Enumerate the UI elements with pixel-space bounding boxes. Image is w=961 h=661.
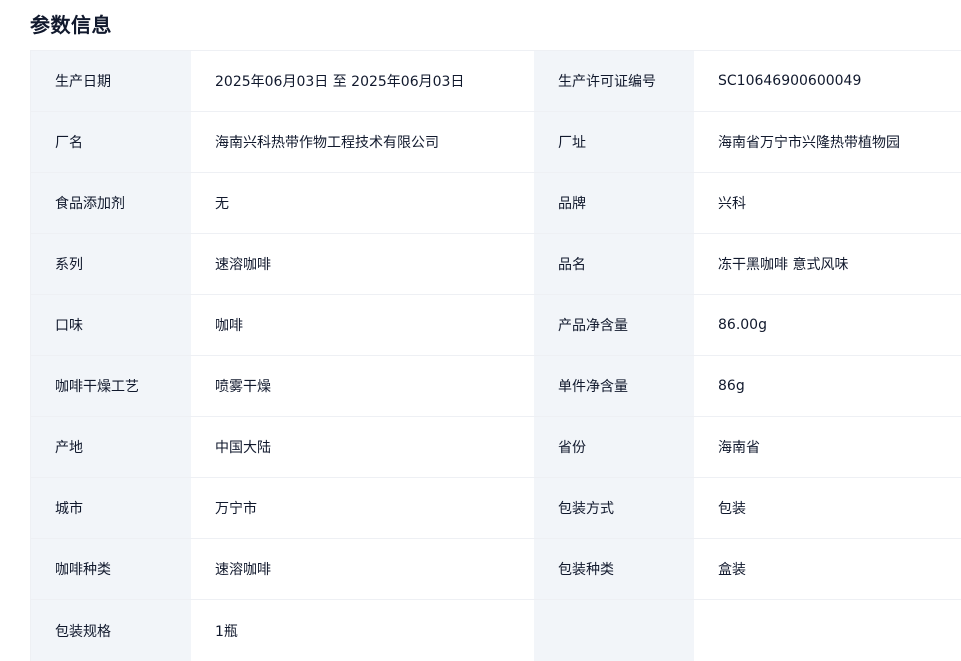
param-value: 喷雾干燥	[191, 356, 534, 416]
param-value: 包装	[694, 478, 961, 538]
param-label: 产品净含量	[534, 295, 694, 355]
param-value: 盒装	[694, 539, 961, 599]
param-label: 系列	[31, 234, 191, 294]
param-label: 包装规格	[31, 600, 191, 661]
param-table: 生产日期 2025年06月03日 至 2025年06月03日 生产许可证编号 S…	[30, 50, 961, 661]
param-label: 单件净含量	[534, 356, 694, 416]
table-row: 咖啡种类 速溶咖啡 包装种类 盒装	[31, 539, 961, 600]
param-value: 海南兴科热带作物工程技术有限公司	[191, 112, 534, 172]
param-value: 1瓶	[191, 600, 534, 661]
table-row: 系列 速溶咖啡 品名 冻干黑咖啡 意式风味	[31, 234, 961, 295]
param-label: 品牌	[534, 173, 694, 233]
param-value: 86.00g	[694, 295, 961, 355]
param-value: 海南省	[694, 417, 961, 477]
table-row: 包装规格 1瓶	[31, 600, 961, 661]
table-row: 城市 万宁市 包装方式 包装	[31, 478, 961, 539]
param-value: 冻干黑咖啡 意式风味	[694, 234, 961, 294]
table-row: 口味 咖啡 产品净含量 86.00g	[31, 295, 961, 356]
table-row: 产地 中国大陆 省份 海南省	[31, 417, 961, 478]
param-value: 兴科	[694, 173, 961, 233]
param-label: 咖啡干燥工艺	[31, 356, 191, 416]
param-value: 速溶咖啡	[191, 539, 534, 599]
param-value: 2025年06月03日 至 2025年06月03日	[191, 51, 534, 111]
table-row: 厂名 海南兴科热带作物工程技术有限公司 厂址 海南省万宁市兴隆热带植物园	[31, 112, 961, 173]
param-label: 省份	[534, 417, 694, 477]
param-label: 食品添加剂	[31, 173, 191, 233]
param-value: 中国大陆	[191, 417, 534, 477]
table-row: 生产日期 2025年06月03日 至 2025年06月03日 生产许可证编号 S…	[31, 51, 961, 112]
param-label: 生产日期	[31, 51, 191, 111]
table-row: 咖啡干燥工艺 喷雾干燥 单件净含量 86g	[31, 356, 961, 417]
table-row: 食品添加剂 无 品牌 兴科	[31, 173, 961, 234]
section-title: 参数信息	[30, 13, 112, 37]
param-label: 口味	[31, 295, 191, 355]
param-value: 万宁市	[191, 478, 534, 538]
param-value: 海南省万宁市兴隆热带植物园	[694, 112, 961, 172]
param-value: 86g	[694, 356, 961, 416]
param-label: 厂名	[31, 112, 191, 172]
param-label: 咖啡种类	[31, 539, 191, 599]
param-label: 厂址	[534, 112, 694, 172]
param-value: 无	[191, 173, 534, 233]
param-value: SC10646900600049	[694, 51, 961, 111]
param-value-empty	[694, 600, 961, 661]
param-label: 产地	[31, 417, 191, 477]
param-label: 城市	[31, 478, 191, 538]
param-label: 品名	[534, 234, 694, 294]
param-label: 包装种类	[534, 539, 694, 599]
param-label-empty	[534, 600, 694, 661]
param-value: 速溶咖啡	[191, 234, 534, 294]
param-label: 生产许可证编号	[534, 51, 694, 111]
param-label: 包装方式	[534, 478, 694, 538]
param-value: 咖啡	[191, 295, 534, 355]
